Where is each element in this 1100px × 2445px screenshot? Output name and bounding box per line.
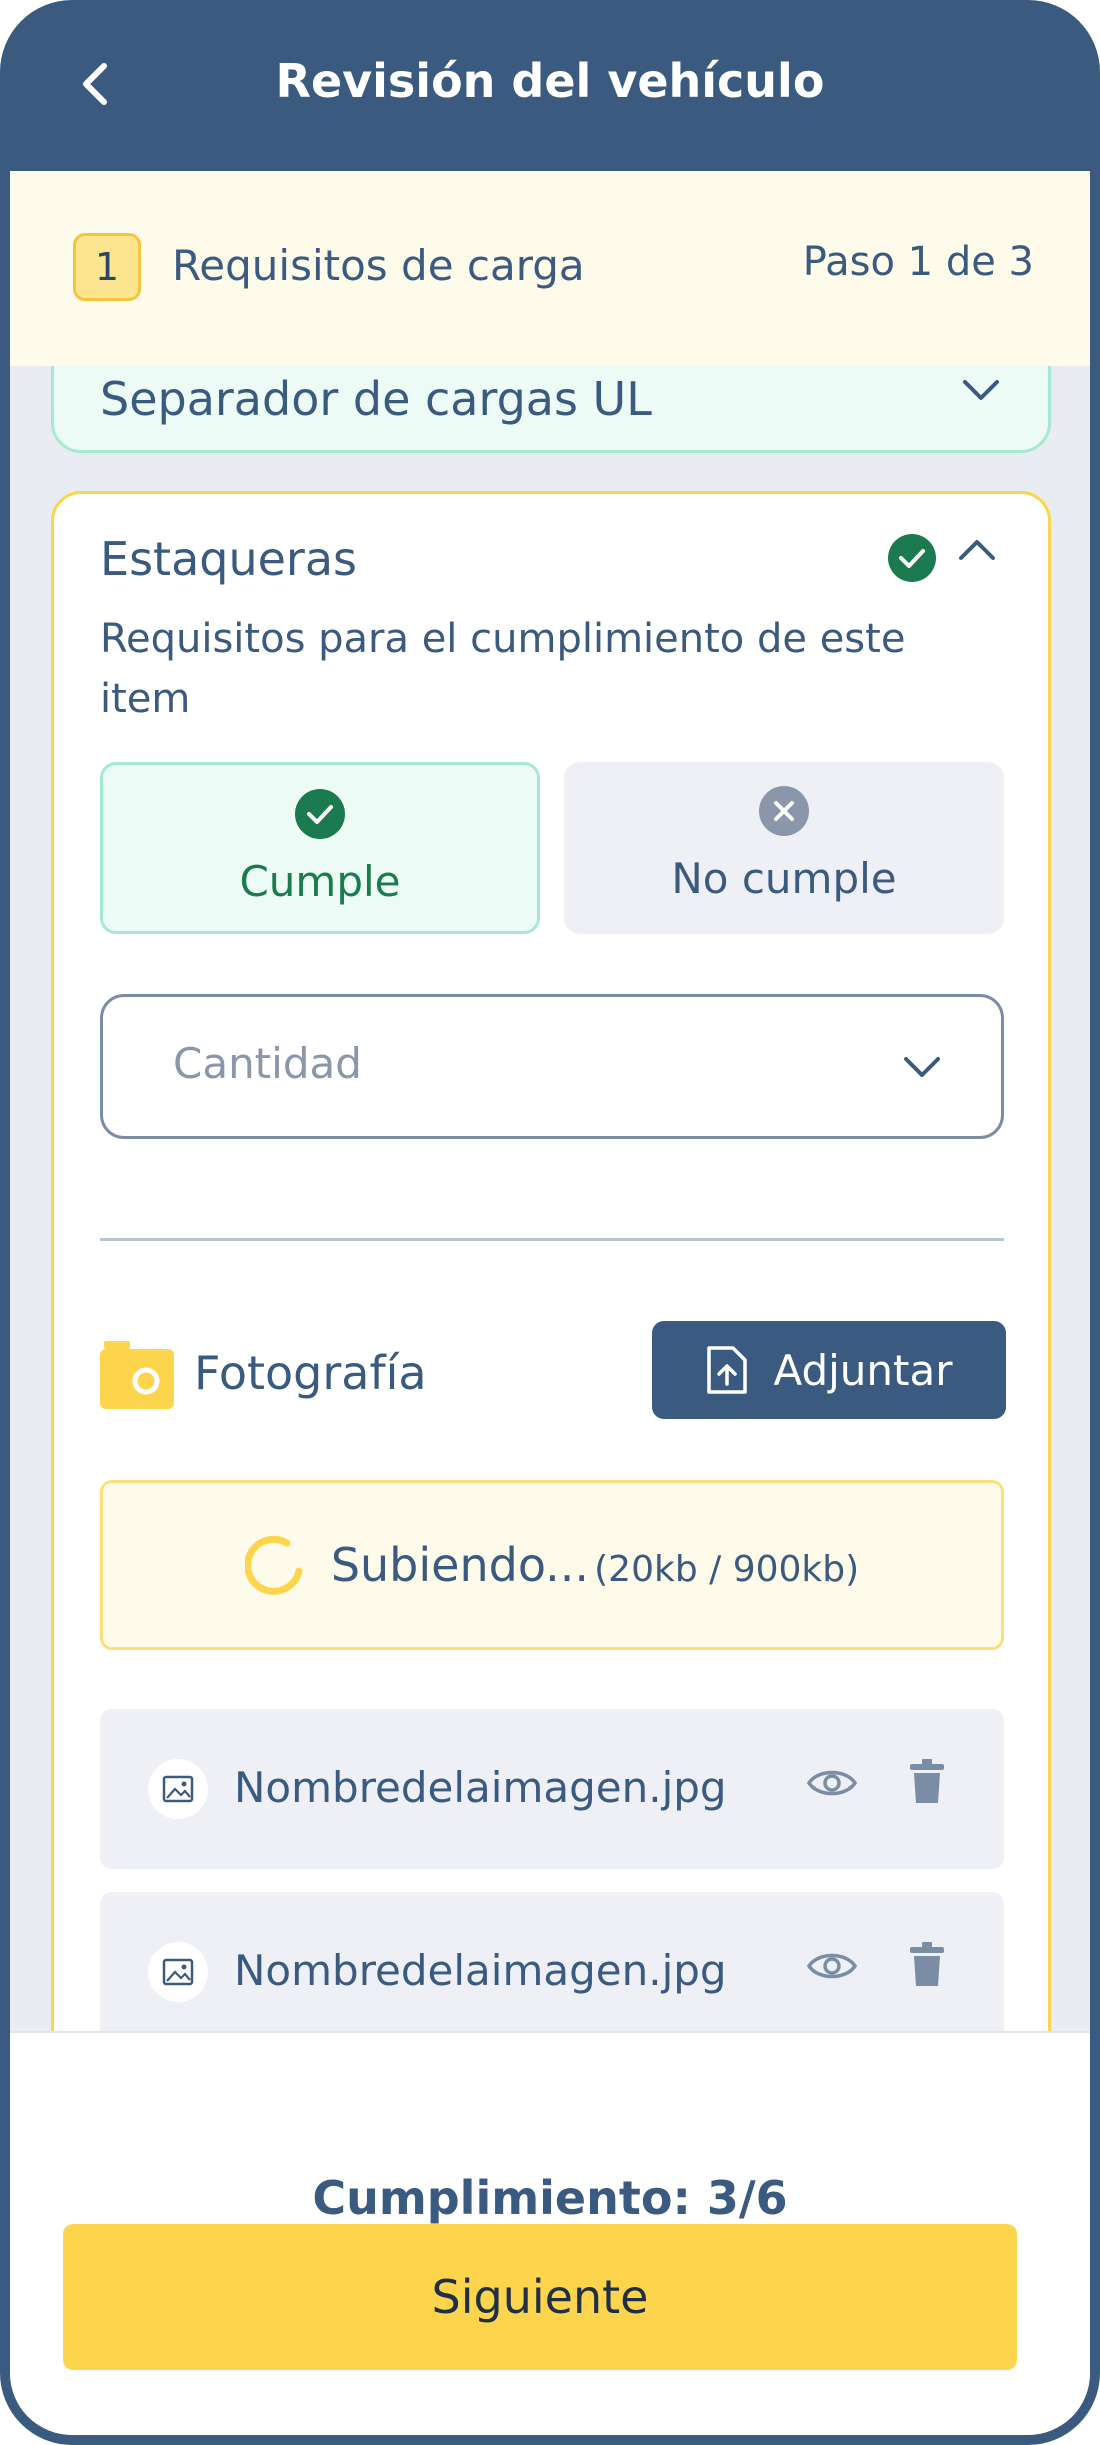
upload-status: Subiendo...: [330, 1538, 590, 1592]
loading-spinner-icon: [244, 1535, 303, 1595]
compliance-progress: Cumplimiento: 3/6: [312, 2171, 788, 2225]
item-description: Requisitos para el cumplimiento de este …: [100, 616, 906, 722]
phone-frame: Revisión del vehículo 1 Requisitos de ca…: [0, 0, 1100, 2445]
not-comply-option[interactable]: No cumple: [564, 762, 1004, 934]
not-comply-label: No cumple: [671, 854, 897, 903]
step-number-badge: 1: [73, 233, 141, 301]
file-name: Nombredelaimagen.jpg: [234, 1946, 727, 1995]
quantity-placeholder: Cantidad: [173, 1039, 362, 1088]
camera-folder-icon: [100, 1341, 174, 1409]
collapsed-item-title: Separador de cargas UL: [100, 372, 652, 426]
upload-size: (20kb / 900kb): [594, 1549, 860, 1590]
eye-icon[interactable]: [806, 1948, 858, 1984]
photo-label: Fotografía: [194, 1346, 427, 1400]
upload-file-icon: [707, 1346, 748, 1394]
comply-option[interactable]: Cumple: [100, 762, 540, 934]
page-title: Revisión del vehículo: [275, 54, 825, 108]
upload-progress: Subiendo... (20kb / 900kb): [100, 1480, 1004, 1650]
chevron-down-icon: [904, 1057, 940, 1077]
attach-label: Adjuntar: [773, 1345, 953, 1395]
trash-icon[interactable]: [910, 1759, 944, 1803]
step-bar: 1 Requisitos de carga Paso 1 de 3: [10, 171, 1090, 366]
divider: [100, 1238, 1004, 1241]
trash-icon[interactable]: [910, 1942, 944, 1986]
step-counter: Paso 1 de 3: [802, 239, 1034, 285]
file-row: Nombredelaimagen.jpg: [100, 1709, 1004, 1869]
chevron-up-icon[interactable]: [958, 538, 996, 562]
step-title: Requisitos de carga: [172, 241, 585, 290]
attach-button[interactable]: Adjuntar: [652, 1321, 1006, 1419]
image-file-icon: [148, 1942, 208, 2002]
chevron-down-icon[interactable]: [962, 378, 1000, 402]
check-circle-icon: [295, 789, 345, 839]
item-title: Estaqueras: [100, 532, 357, 586]
expanded-item-card: Estaqueras Requisitos para el cumplimien…: [51, 491, 1051, 2291]
x-circle-icon: [759, 786, 809, 836]
file-name: Nombredelaimagen.jpg: [234, 1763, 727, 1812]
content-area: 1 Requisitos de carga Paso 1 de 3 Separa…: [10, 171, 1090, 2435]
eye-icon[interactable]: [806, 1765, 858, 1801]
next-button[interactable]: Siguiente: [63, 2224, 1017, 2370]
file-row: Nombredelaimagen.jpg: [100, 1892, 1004, 2052]
quantity-select[interactable]: Cantidad: [100, 994, 1004, 1139]
image-file-icon: [148, 1759, 208, 1819]
check-circle-icon: [888, 534, 936, 582]
comply-label: Cumple: [239, 857, 401, 906]
